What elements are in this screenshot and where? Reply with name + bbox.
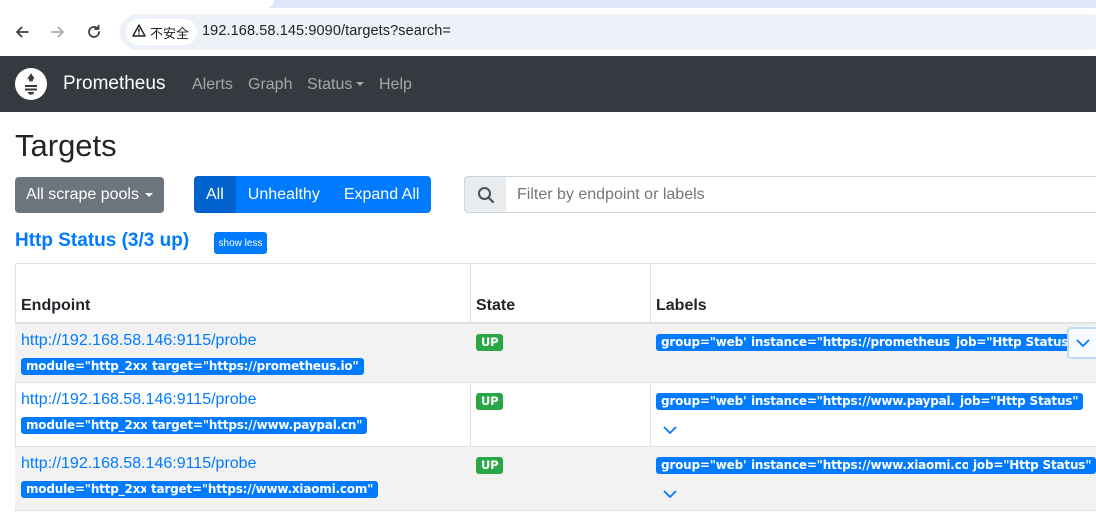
- chevron-down-icon[interactable]: [663, 486, 679, 498]
- column-header-state: State: [476, 297, 516, 314]
- reload-icon[interactable]: [84, 22, 104, 42]
- scrape-pools-dropdown[interactable]: All scrape pools: [15, 177, 164, 213]
- state-badge: UP: [476, 334, 504, 351]
- target-filter: [464, 176, 1096, 213]
- filter-button-group: All Unhealthy Expand All: [194, 176, 432, 213]
- chevron-down-icon: [1076, 339, 1090, 347]
- label-badge: instance="https://prometheus.io": [746, 334, 978, 351]
- label-badge: job="Http Status": [951, 334, 1080, 351]
- browser-tab-strip: [0, 0, 1096, 8]
- forward-arrow-icon[interactable]: [48, 22, 68, 42]
- nav-status-label: Status: [307, 76, 353, 93]
- state-badge: UP: [476, 393, 504, 410]
- prometheus-logo-icon[interactable]: [15, 68, 47, 100]
- chevron-down-icon[interactable]: [663, 422, 679, 434]
- endpoint-param-badge: target="https://www.xiaomi.com": [146, 481, 379, 498]
- expand-labels-button[interactable]: [1067, 327, 1096, 359]
- table-row: http://192.168.58.146:9115/probe module=…: [15, 324, 1096, 383]
- label-badge: instance="https://www.paypal.cn": [746, 393, 982, 410]
- security-label: 不安全: [150, 25, 190, 41]
- nav-alerts[interactable]: Alerts: [192, 76, 233, 94]
- filter-all-button[interactable]: All: [194, 176, 236, 213]
- back-arrow-icon[interactable]: [12, 22, 32, 42]
- label-badge: group="web": [656, 334, 755, 351]
- state-badge: UP: [476, 457, 504, 474]
- endpoint-param-badge: module="http_2xx": [21, 358, 159, 375]
- label-badge: job="Http Status": [955, 393, 1084, 410]
- filter-input[interactable]: [506, 176, 1096, 213]
- nav-status[interactable]: Status: [307, 76, 365, 94]
- scrape-pool-title[interactable]: Http Status (3/3 up): [15, 230, 189, 252]
- endpoint-param-badge: module="http_2xx": [21, 417, 159, 434]
- search-icon: [464, 176, 508, 213]
- browser-toolbar: 不安全 192.168.58.145:9090/targets?search=: [0, 8, 1096, 56]
- label-badge: group="web": [656, 457, 755, 474]
- page-title: Targets: [15, 128, 117, 163]
- column-header-labels: Labels: [656, 297, 707, 314]
- app-navbar: Prometheus Alerts Graph Status Help: [0, 56, 1096, 112]
- url-text[interactable]: 192.168.58.145:9090/targets?search=: [202, 23, 451, 39]
- endpoint-param-badge: target="https://www.paypal.cn": [147, 417, 368, 434]
- nav-graph[interactable]: Graph: [248, 76, 292, 94]
- scrape-pools-label: All scrape pools: [26, 186, 139, 203]
- endpoint-link[interactable]: http://192.168.58.146:9115/probe: [21, 391, 256, 409]
- endpoint-link[interactable]: http://192.168.58.146:9115/probe: [21, 332, 256, 350]
- targets-table: Endpoint State Labels http://192.168.58.…: [15, 263, 1096, 512]
- security-chip[interactable]: 不安全: [126, 19, 198, 45]
- endpoint-param-badge: module="http_2xx": [21, 481, 159, 498]
- address-bar[interactable]: 不安全 192.168.58.145:9090/targets?search=: [120, 14, 1096, 50]
- label-badge: job="Http Status": [968, 457, 1096, 474]
- filter-unhealthy-button[interactable]: Unhealthy: [235, 176, 332, 213]
- browser-active-tab[interactable]: [0, 0, 274, 8]
- app-brand[interactable]: Prometheus: [63, 73, 165, 95]
- show-less-button[interactable]: show less: [214, 232, 267, 254]
- label-badge: instance="https://www.xiaomi.com": [746, 457, 993, 474]
- table-row: http://192.168.58.146:9115/probe module=…: [15, 383, 1096, 447]
- warning-icon: [132, 24, 146, 40]
- caret-down-icon: [144, 193, 153, 197]
- label-badge: group="web": [656, 393, 755, 410]
- table-row: http://192.168.58.146:9115/probe module=…: [15, 447, 1096, 511]
- nav-help[interactable]: Help: [379, 76, 412, 94]
- endpoint-param-badge: target="https://prometheus.io": [147, 358, 364, 375]
- column-header-endpoint: Endpoint: [21, 297, 91, 314]
- caret-down-icon: [356, 81, 365, 86]
- expand-all-button[interactable]: Expand All: [331, 176, 432, 213]
- endpoint-link[interactable]: http://192.168.58.146:9115/probe: [21, 455, 256, 473]
